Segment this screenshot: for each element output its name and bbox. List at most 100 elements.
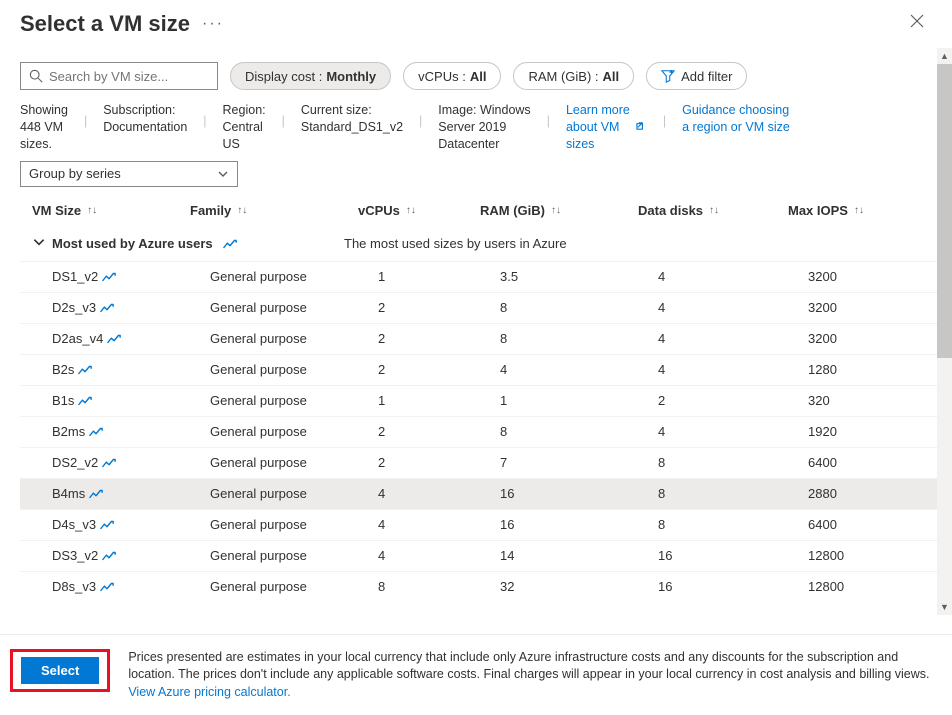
filters-bar: Display cost : Monthly vCPUs : All RAM (… [0, 48, 937, 102]
cell-vm-size: DS1_v2 [52, 269, 210, 284]
sort-icon: ↑↓ [406, 205, 416, 216]
cell-family: General purpose [210, 424, 378, 439]
scroll-up-icon[interactable]: ▲ [937, 48, 952, 64]
table-row[interactable]: B2msGeneral purpose2841920 [20, 416, 937, 447]
cell-disks: 4 [658, 331, 808, 346]
trend-icon [89, 426, 103, 438]
cell-iops: 2880 [808, 486, 937, 501]
cell-ram: 1 [500, 393, 658, 408]
cell-vm-size: D4s_v3 [52, 517, 210, 532]
cell-disks: 4 [658, 269, 808, 284]
dialog-footer: Select Prices presented are estimates in… [0, 634, 952, 715]
add-filter-label: Add filter [681, 69, 732, 84]
table-row[interactable]: D2as_v4General purpose2843200 [20, 323, 937, 354]
cell-ram: 8 [500, 331, 658, 346]
col-label: Max IOPS [788, 203, 848, 218]
sort-icon: ↑↓ [87, 205, 97, 216]
vm-size-table: VM Size ↑↓ Family↑↓ vCPUs ↑↓ RAM (GiB)↑↓ D… [20, 193, 937, 602]
col-vcpus[interactable]: vCPUs ↑↓ [358, 203, 480, 218]
sort-icon: ↑↓ [551, 205, 561, 216]
info-text: 448 VM [20, 119, 68, 136]
cell-disks: 16 [658, 579, 808, 594]
table-row[interactable]: B1sGeneral purpose112320 [20, 385, 937, 416]
sort-icon: ↑↓ [237, 205, 247, 216]
info-text: Region: [223, 102, 266, 119]
table-row[interactable]: D2s_v3General purpose2843200 [20, 292, 937, 323]
table-row[interactable]: DS1_v2General purpose13.543200 [20, 261, 937, 292]
close-icon[interactable] [902, 10, 932, 37]
search-input-wrap[interactable] [20, 62, 218, 90]
trend-icon [223, 238, 237, 250]
select-button[interactable]: Select [21, 657, 99, 684]
pricing-calculator-link[interactable]: View Azure pricing calculator. [128, 685, 290, 699]
table-row[interactable]: B2sGeneral purpose2441280 [20, 354, 937, 385]
col-family[interactable]: Family↑↓ [190, 203, 358, 218]
cell-vcpus: 2 [378, 424, 500, 439]
cell-ram: 16 [500, 517, 658, 532]
filter-ram[interactable]: RAM (GiB) : All [513, 62, 634, 90]
cell-vcpus: 2 [378, 300, 500, 315]
scroll-down-icon[interactable]: ▼ [937, 599, 952, 615]
info-text: Documentation [103, 119, 187, 136]
page-title: Select a VM size [20, 11, 190, 37]
trend-icon [107, 333, 121, 345]
cell-iops: 6400 [808, 455, 937, 470]
trend-icon [100, 302, 114, 314]
scrollbar-thumb[interactable] [937, 64, 952, 358]
cell-ram: 3.5 [500, 269, 658, 284]
table-row[interactable]: B4msGeneral purpose41682880 [20, 478, 937, 509]
col-data-disks[interactable]: Data disks↑↓ [638, 203, 788, 218]
search-input[interactable] [49, 69, 209, 84]
cell-vcpus: 2 [378, 362, 500, 377]
filter-display-cost[interactable]: Display cost : Monthly [230, 62, 391, 90]
col-label: Data disks [638, 203, 703, 218]
cell-iops: 6400 [808, 517, 937, 532]
cell-family: General purpose [210, 393, 378, 408]
cell-family: General purpose [210, 362, 378, 377]
info-text: US [223, 136, 266, 153]
external-link-icon [636, 120, 647, 134]
filter-value: All [470, 69, 487, 84]
add-filter-button[interactable]: Add filter [646, 62, 747, 90]
col-label: VM Size [32, 203, 81, 218]
vm-name: B2ms [52, 424, 85, 439]
chevron-down-icon [32, 235, 46, 252]
filter-value: All [603, 69, 620, 84]
cell-vcpus: 1 [378, 269, 500, 284]
scrollbar-track[interactable] [937, 64, 952, 599]
filter-vcpus[interactable]: vCPUs : All [403, 62, 501, 90]
cell-ram: 7 [500, 455, 658, 470]
trend-icon [78, 364, 92, 376]
info-text: Server 2019 [438, 119, 530, 136]
info-text: Showing [20, 102, 68, 119]
cell-family: General purpose [210, 486, 378, 501]
table-row[interactable]: D8s_v3General purpose8321612800 [20, 571, 937, 602]
info-subscription: Subscription: Documentation [103, 102, 187, 153]
cell-iops: 1280 [808, 362, 937, 377]
col-ram[interactable]: RAM (GiB)↑↓ [480, 203, 638, 218]
cell-ram: 32 [500, 579, 658, 594]
col-max-iops[interactable]: Max IOPS↑↓ [788, 203, 928, 218]
table-row[interactable]: DS2_v2General purpose2786400 [20, 447, 937, 478]
cell-disks: 8 [658, 517, 808, 532]
divider: | [663, 102, 666, 128]
table-row[interactable]: D4s_v3General purpose41686400 [20, 509, 937, 540]
col-label: vCPUs [358, 203, 400, 218]
search-icon [29, 69, 43, 83]
group-header[interactable]: Most used by Azure users The most used s… [20, 227, 937, 261]
cell-iops: 3200 [808, 269, 937, 284]
cell-iops: 1920 [808, 424, 937, 439]
table-row[interactable]: DS3_v2General purpose4141612800 [20, 540, 937, 571]
guidance-link[interactable]: Guidance choosing a region or VM size [682, 102, 790, 153]
vm-name: D4s_v3 [52, 517, 96, 532]
cell-ram: 16 [500, 486, 658, 501]
group-by-dropdown[interactable]: Group by series [20, 161, 238, 187]
col-vm-size[interactable]: VM Size ↑↓ [32, 203, 190, 218]
cell-disks: 2 [658, 393, 808, 408]
learn-more-link[interactable]: Learn more about VM sizes [566, 102, 630, 153]
more-icon[interactable]: ··· [202, 15, 224, 33]
vm-name: D2as_v4 [52, 331, 103, 346]
scrollbar-vertical[interactable]: ▲ ▼ [937, 48, 952, 615]
info-text: Subscription: [103, 102, 187, 119]
info-text: Image: Windows [438, 102, 530, 119]
